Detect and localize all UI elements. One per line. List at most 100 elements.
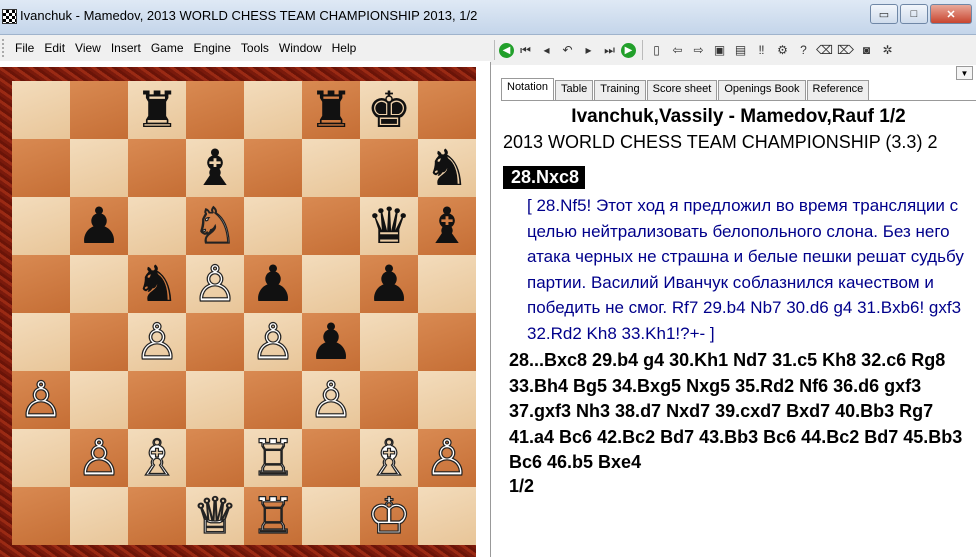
chess-board[interactable]: ♜ ♜ ♚ ♝ ♞ ♟ ♘ ♛ ♝ ♞ ♙ ♟ ♟ ♙ ♙ ♟ ♙ ♙ ♙ ♗ ♖ ♗ ♙ ♕ ♖ ♔ [12,81,476,545]
board-square[interactable] [186,81,244,139]
white-piece[interactable]: ♙ [424,432,470,483]
tab-openings-book[interactable]: Openings Book [718,80,806,100]
board-square[interactable] [12,313,70,371]
board-square[interactable] [244,139,302,197]
black-piece[interactable]: ♞ [135,259,180,309]
board-square[interactable] [12,255,70,313]
board-square[interactable]: ♙ [244,313,302,371]
white-piece[interactable]: ♔ [366,490,412,541]
board-square[interactable]: ♕ [186,487,244,545]
board-square[interactable]: ♗ [360,429,418,487]
camera-icon[interactable]: ◙ [857,40,876,60]
board-square[interactable] [12,429,70,487]
white-piece[interactable]: ♙ [192,258,238,309]
white-piece[interactable]: ♗ [134,432,180,483]
board-square[interactable]: ♜ [302,81,360,139]
board-square[interactable]: ♞ [128,255,186,313]
white-piece[interactable]: ♙ [18,374,64,425]
board-square[interactable] [70,487,128,545]
black-piece[interactable]: ♝ [193,143,238,193]
board-square[interactable] [70,255,128,313]
board-square[interactable] [128,139,186,197]
board-square[interactable] [360,313,418,371]
options-icon[interactable]: ? [794,40,813,60]
board-square[interactable]: ♝ [418,197,476,255]
black-piece[interactable]: ♚ [367,85,412,135]
undo-icon[interactable]: ↶ [558,40,577,60]
board-square[interactable] [186,429,244,487]
menu-view[interactable]: View [70,41,106,55]
white-piece[interactable]: ♗ [366,432,412,483]
board-square[interactable] [302,487,360,545]
board-square[interactable]: ♙ [70,429,128,487]
move-comment[interactable]: [ 28.Nf5! Этот ход я предложил во время … [527,193,973,346]
board-square[interactable] [128,487,186,545]
board-square[interactable] [418,313,476,371]
board-square[interactable]: ♙ [12,371,70,429]
board-square[interactable]: ♖ [244,487,302,545]
menu-insert[interactable]: Insert [106,41,146,55]
board-square[interactable] [302,255,360,313]
board-square[interactable] [302,139,360,197]
board-square[interactable]: ♛ [360,197,418,255]
board-square[interactable]: ♙ [128,313,186,371]
new-game-icon[interactable]: ▯ [647,40,666,60]
board-square[interactable]: ♖ [244,429,302,487]
back-icon[interactable]: ◀ [499,42,514,58]
black-piece[interactable]: ♟ [367,259,412,309]
menu-edit[interactable]: Edit [39,41,70,55]
move-list[interactable]: 28...Bxc8 29.b4 g4 30.Kh1 Nd7 31.c5 Kh8 … [503,348,973,476]
board-square[interactable] [418,371,476,429]
engine-icon[interactable]: ⚙ [773,40,792,60]
black-piece[interactable]: ♞ [425,143,470,193]
black-piece[interactable]: ♟ [77,201,122,251]
board-square[interactable] [244,81,302,139]
first-move-icon[interactable]: ⏮ [516,40,535,60]
black-piece[interactable]: ♜ [309,85,354,135]
maximize-button[interactable]: □ [900,4,928,24]
board-square[interactable]: ♞ [418,139,476,197]
board-square[interactable] [360,139,418,197]
save-as-icon[interactable]: ▤ [731,40,750,60]
board-square[interactable]: ♙ [186,255,244,313]
menu-window[interactable]: Window [274,41,327,55]
board-square[interactable] [128,371,186,429]
menu-engine[interactable]: Engine [189,41,236,55]
board-square[interactable] [70,313,128,371]
board-square[interactable]: ♟ [302,313,360,371]
menu-game[interactable]: Game [146,41,189,55]
board-square[interactable] [302,197,360,255]
white-piece[interactable]: ♘ [192,200,238,251]
black-piece[interactable]: ♛ [367,201,412,251]
board-square[interactable]: ♝ [186,139,244,197]
next-move-icon[interactable]: ▸ [579,40,598,60]
white-piece[interactable]: ♙ [308,374,354,425]
board-square[interactable]: ♙ [418,429,476,487]
eraser2-icon[interactable]: ⌦ [836,40,855,60]
tab-notation[interactable]: Notation [501,78,554,101]
prev-game-icon[interactable]: ⇦ [668,40,687,60]
board-square[interactable] [12,487,70,545]
board-square[interactable] [70,139,128,197]
white-piece[interactable]: ♙ [134,316,180,367]
white-piece[interactable]: ♙ [76,432,122,483]
menu-file[interactable]: File [10,41,39,55]
white-piece[interactable]: ♕ [192,490,238,541]
menu-tools[interactable]: Tools [236,41,274,55]
board-square[interactable]: ♟ [360,255,418,313]
tab-reference[interactable]: Reference [806,80,870,100]
black-piece[interactable]: ♟ [309,317,354,367]
forward-icon[interactable]: ▶ [621,42,636,58]
white-piece[interactable]: ♖ [250,432,296,483]
next-game-icon[interactable]: ⇨ [689,40,708,60]
board-square[interactable] [70,371,128,429]
black-piece[interactable]: ♟ [251,259,296,309]
board-square[interactable] [302,429,360,487]
board-square[interactable]: ♔ [360,487,418,545]
gear-icon[interactable]: ✲ [878,40,897,60]
tab-score-sheet[interactable]: Score sheet [646,80,718,100]
black-piece[interactable]: ♜ [135,85,180,135]
board-square[interactable]: ♚ [360,81,418,139]
board-square[interactable] [128,197,186,255]
panel-dropdown-icon[interactable]: ▼ [956,66,973,80]
